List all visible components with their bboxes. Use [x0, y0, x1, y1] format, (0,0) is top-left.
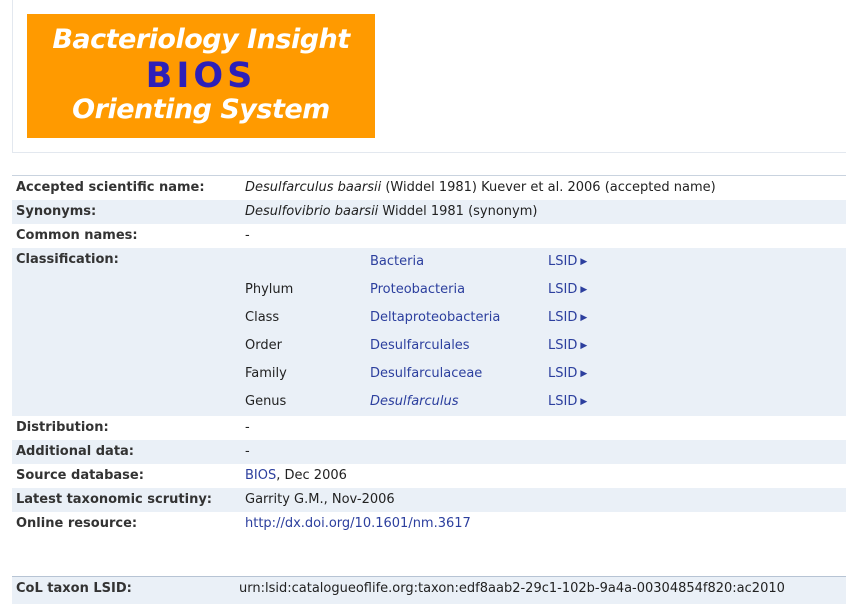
- accepted-name-italic: Desulfarculus baarsii: [245, 180, 382, 195]
- source-database-date: , Dec 2006: [276, 468, 347, 483]
- triangle-right-icon: ▶: [580, 397, 588, 407]
- classification-lsid-cell: LSID ▶: [548, 276, 668, 304]
- col-lsid-row: CoL taxon LSID: urn:lsid:catalogueoflife…: [12, 576, 846, 604]
- synonym-italic: Desulfovibrio baarsii: [245, 204, 379, 219]
- classification-lsid-cell: LSID ▶: [548, 304, 668, 332]
- source-database-row: Source database: BIOS, Dec 2006: [12, 464, 846, 488]
- lsid-link-label: LSID: [548, 254, 578, 269]
- classification-taxon-link[interactable]: Bacteria: [370, 254, 424, 269]
- scrutiny-row: Latest taxonomic scrutiny: Garrity G.M.,…: [12, 488, 846, 512]
- classification-taxon-link[interactable]: Desulfarculus: [370, 394, 459, 409]
- triangle-right-icon: ▶: [580, 341, 588, 351]
- synonyms-row: Synonyms: Desulfovibrio baarsii Widdel 1…: [12, 200, 846, 224]
- scrutiny-label: Latest taxonomic scrutiny:: [12, 488, 239, 512]
- logo-line-1: Bacteriology Insight: [52, 24, 350, 55]
- online-resource-value: http://dx.doi.org/10.1601/nm.3617: [239, 512, 846, 536]
- online-resource-label: Online resource:: [16, 516, 138, 531]
- common-names-row: Common names: -: [12, 224, 846, 248]
- additional-data-value: -: [239, 440, 846, 464]
- triangle-right-icon: ▶: [580, 369, 588, 379]
- lsid-link-label: LSID: [548, 366, 578, 381]
- lsid-link-label: LSID: [548, 282, 578, 297]
- classification-rank: Class: [245, 304, 370, 332]
- bios-logo: Bacteriology Insight BIOS Orienting Syst…: [27, 14, 375, 138]
- additional-data-label: Additional data:: [12, 440, 239, 464]
- classification-entry: Order Desulfarculales LSID ▶: [245, 332, 668, 360]
- classification-rank: Order: [245, 332, 370, 360]
- classification-rank: [245, 248, 370, 276]
- online-resource-row: Online resource: http://dx.doi.org/10.16…: [12, 512, 846, 536]
- lsid-link[interactable]: LSID ▶: [548, 282, 587, 297]
- accepted-name-label: Accepted scientific name:: [16, 180, 205, 195]
- logo-line-2: BIOS: [145, 56, 257, 96]
- classification-entry: Phylum Proteobacteria LSID ▶: [245, 276, 668, 304]
- col-lsid-label: CoL taxon LSID:: [16, 581, 132, 596]
- classification-table: Bacteria LSID ▶ Phylum Proteobacteria LSID ▶ Cl…: [245, 248, 668, 416]
- classification-lsid-cell: LSID ▶: [548, 248, 668, 276]
- accepted-name-value: Desulfarculus baarsii (Widdel 1981) Kuev…: [239, 176, 846, 201]
- classification-label: Classification:: [12, 248, 239, 416]
- synonyms-label: Synonyms:: [12, 200, 239, 224]
- source-database-label: Source database:: [16, 468, 144, 483]
- classification-name-cell: Bacteria: [370, 248, 548, 276]
- triangle-right-icon: ▶: [580, 257, 588, 267]
- synonym-author: Widdel 1981 (synonym): [378, 204, 538, 219]
- common-names-label: Common names:: [16, 228, 138, 243]
- classification-value: Bacteria LSID ▶ Phylum Proteobacteria LSID ▶ Cl…: [239, 248, 846, 416]
- accepted-name-author: (Widdel 1981) Kuever et al. 2006 (accept…: [381, 180, 716, 195]
- distribution-value: -: [245, 420, 250, 435]
- lsid-link-label: LSID: [548, 310, 578, 325]
- lsid-link[interactable]: LSID ▶: [548, 338, 587, 353]
- source-database-value: BIOS, Dec 2006: [239, 464, 846, 488]
- distribution-label: Distribution:: [16, 420, 109, 435]
- classification-lsid-cell: LSID ▶: [548, 332, 668, 360]
- distribution-row: Distribution: -: [12, 416, 846, 440]
- synonyms-value: Desulfovibrio baarsii Widdel 1981 (synon…: [239, 200, 846, 224]
- triangle-right-icon: ▶: [580, 285, 588, 295]
- classification-lsid-cell: LSID ▶: [548, 360, 668, 388]
- classification-taxon-link[interactable]: Desulfarculales: [370, 338, 470, 353]
- classification-taxon-link[interactable]: Proteobacteria: [370, 282, 465, 297]
- triangle-right-icon: ▶: [580, 313, 588, 323]
- classification-entry: Class Deltaproteobacteria LSID ▶: [245, 304, 668, 332]
- classification-name-cell: Proteobacteria: [370, 276, 548, 304]
- species-details-table: Accepted scientific name: Desulfarculus …: [12, 175, 846, 536]
- classification-rank: Genus: [245, 388, 370, 416]
- classification-taxon-link[interactable]: Desulfarculaceae: [370, 366, 482, 381]
- classification-lsid-cell: LSID ▶: [548, 388, 668, 416]
- lsid-link-label: LSID: [548, 394, 578, 409]
- classification-entry: Bacteria LSID ▶: [245, 248, 668, 276]
- header-panel: Bacteriology Insight BIOS Orienting Syst…: [12, 0, 846, 153]
- logo-line-3: Orienting System: [72, 94, 330, 125]
- classification-name-cell: Desulfarculaceae: [370, 360, 548, 388]
- lsid-link-label: LSID: [548, 338, 578, 353]
- lsid-link[interactable]: LSID ▶: [548, 366, 587, 381]
- classification-name-cell: Desulfarculales: [370, 332, 548, 360]
- lsid-link[interactable]: LSID ▶: [548, 394, 587, 409]
- additional-data-row: Additional data: -: [12, 440, 846, 464]
- classification-name-cell: Desulfarculus: [370, 388, 548, 416]
- classification-entry: Family Desulfarculaceae LSID ▶: [245, 360, 668, 388]
- scrutiny-value: Garrity G.M., Nov-2006: [239, 488, 846, 512]
- online-resource-link[interactable]: http://dx.doi.org/10.1601/nm.3617: [245, 516, 471, 531]
- classification-entry: Genus Desulfarculus LSID ▶: [245, 388, 668, 416]
- source-database-link[interactable]: BIOS: [245, 468, 276, 483]
- col-lsid-value: urn:lsid:catalogueoflife.org:taxon:edf8a…: [239, 581, 785, 596]
- classification-rank: Phylum: [245, 276, 370, 304]
- classification-rank: Family: [245, 360, 370, 388]
- classification-row: Classification: Bacteria LSID ▶ Phylum Prote…: [12, 248, 846, 416]
- accepted-name-row: Accepted scientific name: Desulfarculus …: [12, 176, 846, 201]
- lsid-link[interactable]: LSID ▶: [548, 254, 587, 269]
- classification-taxon-link[interactable]: Deltaproteobacteria: [370, 310, 500, 325]
- lsid-link[interactable]: LSID ▶: [548, 310, 587, 325]
- common-names-value: -: [245, 228, 250, 243]
- classification-name-cell: Deltaproteobacteria: [370, 304, 548, 332]
